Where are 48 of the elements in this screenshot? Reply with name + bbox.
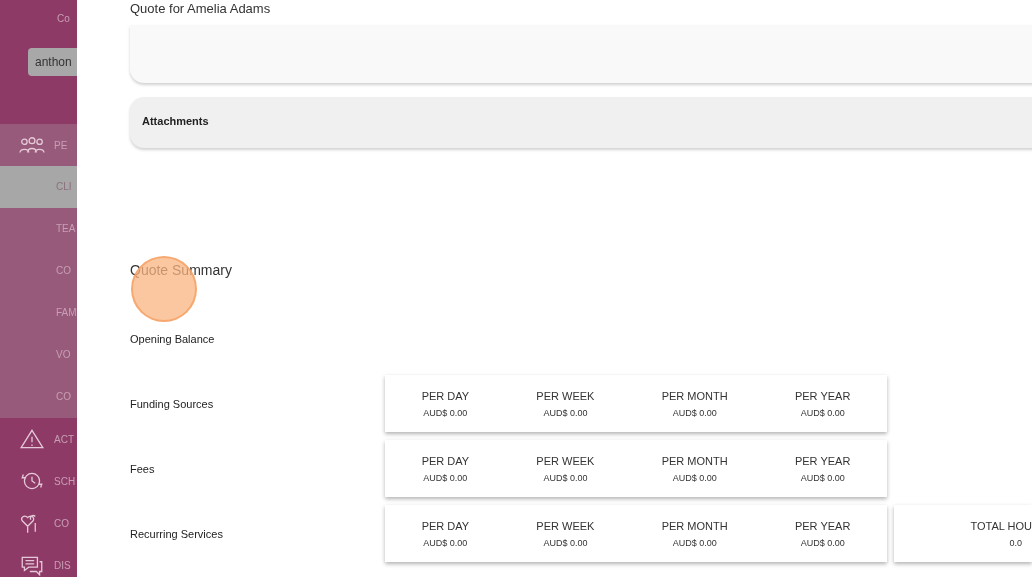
- period-heading: PER WEEK: [536, 389, 595, 402]
- amount-value: AUD$ 0.00: [543, 537, 588, 548]
- nav-item[interactable]: TEA: [0, 208, 77, 250]
- period-heading: PER WEEK: [536, 519, 595, 532]
- period-heading: PER DAY: [421, 454, 470, 467]
- amount-value: 0.0: [1009, 537, 1023, 548]
- amount-value: AUD$ 0.00: [672, 537, 717, 548]
- sidebar-header: Co: [56, 12, 71, 26]
- period-heading: PER YEAR: [794, 389, 851, 402]
- period-heading: PER MONTH: [661, 389, 728, 402]
- period-heading: PER YEAR: [794, 454, 851, 467]
- period-heading: PER DAY: [421, 389, 470, 402]
- nav-item[interactable]: ACT: [0, 418, 77, 460]
- amount-value: AUD$ 0.00: [423, 537, 468, 548]
- period-heading: PER DAY: [421, 519, 470, 532]
- warning-icon: [19, 428, 45, 450]
- panel-title: Quote for Amelia Adams: [130, 1, 272, 17]
- nav-item[interactable]: PE: [0, 124, 77, 166]
- row-label: Funding Sources: [130, 397, 215, 410]
- amount-value: AUD$ 0.00: [543, 407, 588, 418]
- row-label: Opening Balance: [130, 332, 216, 345]
- nav-item[interactable]: CO: [0, 502, 77, 544]
- people-icon: [19, 134, 45, 156]
- amount-value: AUD$ 0.00: [423, 407, 468, 418]
- nav-item[interactable]: VO: [0, 334, 77, 376]
- amount-value: AUD$ 0.00: [800, 537, 845, 548]
- period-heading: PER YEAR: [794, 519, 851, 532]
- nav-item[interactable]: DIS: [0, 544, 77, 577]
- chat-icon: [19, 554, 45, 576]
- period-heading: PER WEEK: [536, 454, 595, 467]
- amount-value: AUD$ 0.00: [543, 472, 588, 483]
- period-heading: PER MONTH: [661, 519, 728, 532]
- user-field[interactable]: anthon: [28, 48, 77, 76]
- nav-item[interactable]: CO: [0, 250, 77, 292]
- nav-item[interactable]: CO: [0, 376, 77, 418]
- period-heading: TOTAL HOU: [970, 519, 1032, 532]
- amount-value: AUD$ 0.00: [800, 407, 845, 418]
- nav-item[interactable]: FAM: [0, 292, 77, 334]
- clock-icon: [19, 470, 45, 492]
- amount-value: AUD$ 0.00: [672, 407, 717, 418]
- row-label: Recurring Services: [130, 527, 224, 540]
- row-label: Fees: [130, 462, 156, 475]
- amount-value: AUD$ 0.00: [423, 472, 468, 483]
- attachments-header[interactable]: Attachments: [130, 97, 1032, 148]
- amount-value: AUD$ 0.00: [672, 472, 717, 483]
- period-heading: PER MONTH: [661, 454, 728, 467]
- amount-value: AUD$ 0.00: [800, 472, 845, 483]
- nav-item[interactable]: SCH: [0, 460, 77, 502]
